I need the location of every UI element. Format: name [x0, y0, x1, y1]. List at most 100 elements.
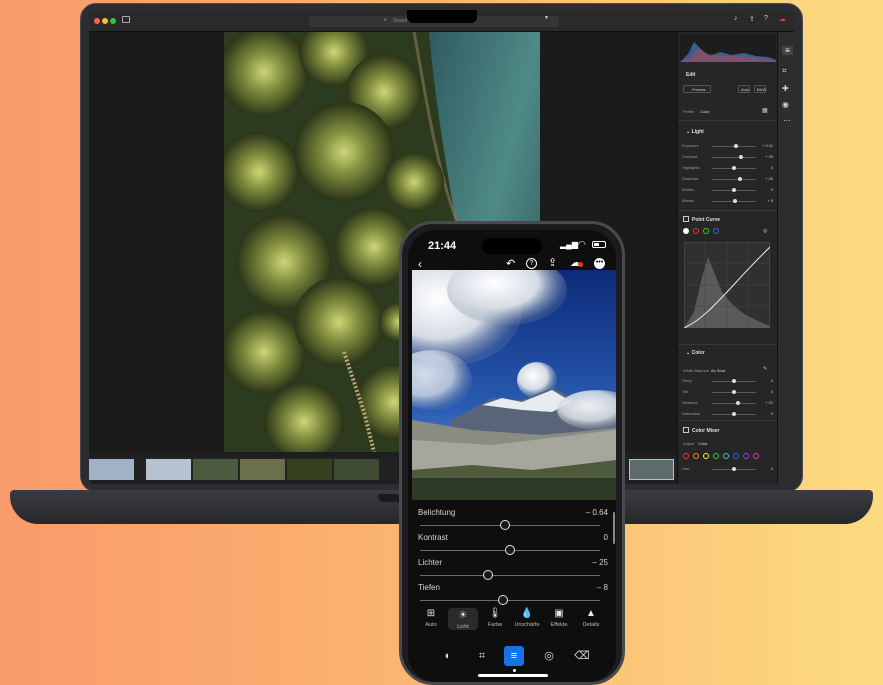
- bw-button[interactable]: B&W: [754, 85, 766, 93]
- help-icon[interactable]: ?: [526, 258, 537, 269]
- white-balance-select[interactable]: As Shot: [711, 368, 725, 373]
- yellow-swatch-icon[interactable]: [703, 453, 709, 459]
- cloud-sync-icon[interactable]: ☁: [570, 256, 583, 269]
- tab-unschärfe[interactable]: 💧 Unschärfe: [512, 608, 542, 628]
- auto-button[interactable]: Auto: [738, 85, 750, 93]
- filter-icon[interactable]: ▼: [544, 15, 549, 21]
- slider-knob[interactable]: [732, 188, 736, 192]
- dynamic-island: [482, 238, 542, 254]
- slider-temp[interactable]: Temp 0: [678, 377, 778, 386]
- slider-saturation[interactable]: Saturation 0: [678, 410, 778, 419]
- more-icon[interactable]: ⋯: [783, 116, 791, 125]
- point-curve-graph[interactable]: [684, 242, 770, 328]
- adjustment-knob[interactable]: [483, 570, 494, 580]
- profile-browser-icon[interactable]: ▦: [762, 107, 768, 114]
- curve-channel-selector[interactable]: [683, 228, 733, 236]
- slider-knob[interactable]: [732, 379, 736, 383]
- slider-exposure[interactable]: Exposure + 0.11: [678, 142, 778, 151]
- slider-whites[interactable]: Whites 0: [678, 186, 778, 195]
- color-section-title[interactable]: ⌄ Color: [686, 350, 705, 356]
- slider-tint[interactable]: Tint 0: [678, 388, 778, 397]
- tab-farbe[interactable]: 🌡 Farbe: [480, 608, 510, 628]
- slider-knob[interactable]: [737, 177, 742, 181]
- tab-details[interactable]: ▲ Details: [576, 608, 606, 628]
- filmstrip-thumbnail[interactable]: [240, 459, 285, 480]
- filmstrip-thumbnail[interactable]: [89, 459, 134, 480]
- red-channel-icon[interactable]: [693, 228, 699, 234]
- blue-channel-icon[interactable]: [713, 228, 719, 234]
- adjustment-lichter[interactable]: Lichter – 25: [408, 558, 616, 583]
- green-swatch-icon[interactable]: [713, 453, 719, 459]
- sidebar-toggle-icon[interactable]: [122, 16, 130, 23]
- adjustment-tiefen[interactable]: Tiefen – 8: [408, 583, 616, 608]
- green-channel-icon[interactable]: [703, 228, 709, 234]
- undo-icon[interactable]: ↶: [506, 257, 515, 270]
- adjust-select[interactable]: Color: [698, 441, 708, 446]
- tab-licht[interactable]: ☀ Licht: [448, 608, 478, 630]
- more-icon[interactable]: •••: [594, 258, 605, 269]
- blue-swatch-icon[interactable]: [733, 453, 739, 459]
- filmstrip-thumbnail[interactable]: [193, 459, 238, 480]
- tab-auto[interactable]: ⊞ Auto: [416, 608, 446, 628]
- slider-knob[interactable]: [732, 166, 736, 170]
- slider-knob[interactable]: [732, 390, 736, 394]
- bell-icon[interactable]: ♪: [734, 15, 738, 22]
- adjustment-belichtung[interactable]: Belichtung – 0.64: [408, 508, 616, 533]
- target-adjust-icon[interactable]: ◎: [763, 228, 767, 234]
- back-chevron-icon[interactable]: ‹: [418, 257, 422, 271]
- red-swatch-icon[interactable]: [683, 453, 689, 459]
- eraser-icon[interactable]: ⌫: [572, 646, 592, 666]
- share-icon[interactable]: ⇪: [749, 15, 755, 23]
- scroll-indicator[interactable]: [613, 512, 615, 544]
- filmstrip-thumbnail[interactable]: [146, 459, 191, 480]
- color-mixer-icon[interactable]: [683, 427, 689, 433]
- point-curve-title: Point Curve: [692, 217, 721, 223]
- filmstrip-thumbnail[interactable]: [334, 459, 379, 480]
- share-icon[interactable]: ⇪: [548, 256, 557, 269]
- light-section-title[interactable]: ⌄ Light: [686, 129, 704, 135]
- slider-knob[interactable]: [738, 155, 743, 159]
- orange-swatch-icon[interactable]: [693, 453, 699, 459]
- magenta-swatch-icon[interactable]: [753, 453, 759, 459]
- adjustment-knob[interactable]: [497, 595, 508, 605]
- eyedropper-icon[interactable]: ✎: [763, 366, 767, 372]
- slider-knob[interactable]: [736, 401, 741, 405]
- edit-sliders-icon[interactable]: ≡: [504, 646, 524, 666]
- aqua-swatch-icon[interactable]: [723, 453, 729, 459]
- presets-button[interactable]: Presets: [683, 85, 711, 93]
- crop-icon[interactable]: ⌗: [472, 646, 492, 666]
- slider-blacks[interactable]: Blacks + 5: [678, 197, 778, 206]
- adjustment-knob[interactable]: [499, 520, 510, 530]
- presets-icon[interactable]: ◐: [438, 646, 458, 666]
- filmstrip-thumbnail-selected[interactable]: [629, 459, 674, 480]
- rgb-channel-icon[interactable]: [683, 228, 689, 234]
- close-window-button[interactable]: [94, 18, 100, 24]
- slider-vibrance[interactable]: Vibrance + 22: [678, 399, 778, 408]
- mountain-photo[interactable]: [412, 270, 616, 500]
- minimize-window-button[interactable]: [102, 18, 108, 24]
- edit-sliders-icon[interactable]: ≡: [782, 46, 793, 55]
- tab-effekte[interactable]: ▣ Effekte: [544, 608, 574, 628]
- home-indicator[interactable]: [478, 674, 548, 677]
- help-icon[interactable]: ?: [764, 15, 768, 22]
- filmstrip-thumbnail[interactable]: [287, 459, 332, 480]
- adjustment-knob[interactable]: [505, 545, 515, 555]
- hue-slider[interactable]: Hue 0: [678, 465, 778, 474]
- healing-icon[interactable]: ✚: [782, 84, 789, 93]
- curve-icon[interactable]: [683, 216, 689, 222]
- cloud-sync-icon[interactable]: ☁: [779, 15, 786, 23]
- divider: [678, 120, 778, 121]
- slider-shadows[interactable]: Shadows + 26: [678, 175, 778, 184]
- slider-knob[interactable]: [734, 144, 739, 148]
- masking-icon[interactable]: ◎: [539, 646, 559, 666]
- purple-swatch-icon[interactable]: [743, 453, 749, 459]
- slider-knob[interactable]: [732, 199, 737, 203]
- adjustment-kontrast[interactable]: Kontrast 0: [408, 533, 616, 558]
- profile-select[interactable]: Color: [700, 109, 710, 114]
- zoom-window-button[interactable]: [110, 18, 116, 24]
- crop-icon[interactable]: ⌗: [782, 66, 787, 76]
- slider-highlights[interactable]: Highlights 0: [678, 164, 778, 173]
- slider-knob[interactable]: [732, 412, 736, 416]
- slider-contrast[interactable]: Contrast + 30: [678, 153, 778, 162]
- masking-icon[interactable]: ◉: [782, 100, 789, 109]
